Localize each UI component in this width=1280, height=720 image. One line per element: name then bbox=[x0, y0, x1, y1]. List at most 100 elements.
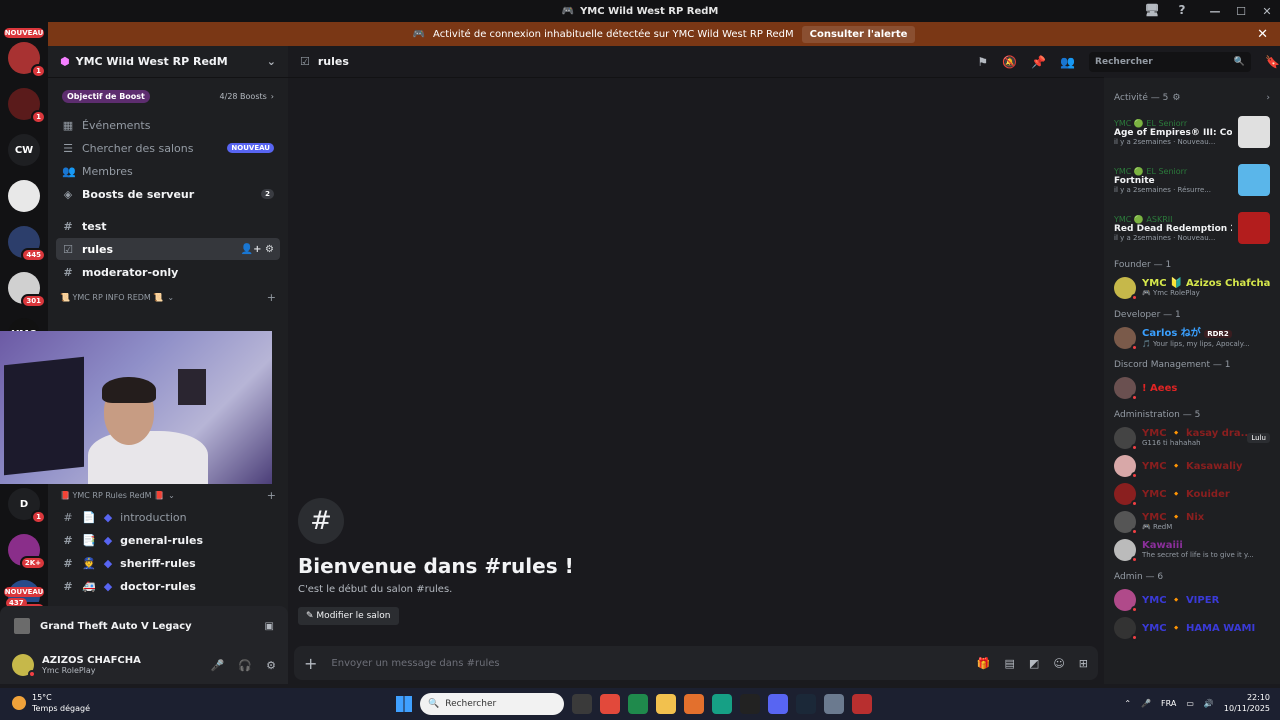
welcome-section: # Bienvenue dans #rules ! C'est le début… bbox=[298, 498, 574, 625]
server-icon[interactable]: 1 bbox=[8, 88, 46, 124]
task-view-icon[interactable] bbox=[572, 694, 592, 714]
game-icon bbox=[14, 618, 30, 634]
steam-icon[interactable] bbox=[796, 694, 816, 714]
headphones-icon[interactable]: 🎧 bbox=[238, 659, 252, 672]
gif-icon[interactable]: ▤ bbox=[1005, 657, 1015, 670]
chevron-right-icon[interactable]: › bbox=[1266, 93, 1270, 103]
activity-item[interactable]: YMC 🟢 EL Seniorr Fortnite il y a 2semaines… bbox=[1104, 156, 1280, 204]
member-item[interactable]: YMC 🔸 Kouider bbox=[1104, 480, 1280, 508]
game-activity[interactable]: Grand Theft Auto V Legacy ▣ bbox=[8, 612, 280, 640]
message-composer[interactable]: + Envoyer un message dans #rules 🎁 ▤ ◩ ☺… bbox=[294, 646, 1098, 680]
nav-server-boosts[interactable]: ◈ Boosts de serveur 2 bbox=[56, 183, 280, 205]
file-explorer-icon[interactable] bbox=[656, 694, 676, 714]
pin-icon[interactable]: 📌 bbox=[1031, 55, 1046, 69]
activity-user: YMC 🟢 EL Seniorr bbox=[1114, 166, 1188, 176]
app-icon[interactable] bbox=[740, 694, 760, 714]
user-info[interactable]: AZIZOS CHAFCHA Ymc RolePlay 🎤 🎧 ⚙ bbox=[8, 650, 280, 680]
app-icon[interactable] bbox=[712, 694, 732, 714]
nav-events[interactable]: ▦ Événements bbox=[56, 114, 280, 136]
activity-item[interactable]: YMC 🟢 EL SeniorrAge of Empires® III: Com… bbox=[1104, 108, 1280, 156]
apps-icon[interactable]: ⊞ bbox=[1079, 657, 1088, 670]
hash-icon: # bbox=[298, 498, 344, 544]
server-icon[interactable]: CW bbox=[8, 134, 40, 166]
member-item[interactable]: Carlos ねが RDR2 🎵 Your lips, my lips, Apoc… bbox=[1104, 324, 1280, 352]
category-info[interactable]: 📜 YMC RP INFO REDM 📜 ⌄ + bbox=[56, 287, 280, 307]
window-titlebar: 🎮 YMC Wild West RP RedM 🖥 ? — ☐ ✕ bbox=[0, 0, 1280, 22]
message-input[interactable]: Envoyer un message dans #rules bbox=[331, 658, 499, 669]
member-item[interactable]: YMC 🔸 Nix 🎮 RedM bbox=[1104, 508, 1280, 536]
member-name: YMC 🔸 Nix bbox=[1142, 512, 1205, 523]
gear-icon[interactable]: ⚙ bbox=[1172, 93, 1180, 103]
minimize-button[interactable]: — bbox=[1202, 5, 1228, 18]
notifications-icon[interactable]: 🔕 bbox=[1002, 55, 1017, 69]
threads-icon[interactable]: ⚑ bbox=[977, 55, 988, 69]
channel-moderator-only[interactable]: # moderator-only bbox=[56, 261, 280, 283]
nav-members[interactable]: 👥 Membres bbox=[56, 160, 280, 182]
emoji-icon[interactable]: ☺ bbox=[1053, 657, 1064, 670]
activity-item[interactable]: YMC 🟢 ASKRII Red Dead Redemption 2 il y a … bbox=[1104, 204, 1280, 252]
nav-browse-channels[interactable]: ☰ Chercher des salons NOUVEAU bbox=[56, 137, 280, 159]
mention-badge: 1 bbox=[31, 510, 46, 524]
server-icon[interactable]: 1 bbox=[8, 42, 46, 78]
add-channel-icon[interactable]: + bbox=[267, 489, 276, 502]
weather-widget[interactable]: 15°C Temps dégagé bbox=[12, 692, 90, 714]
member-name: YMC 🔰 Azizos Chafcha bbox=[1142, 278, 1271, 289]
app-icon[interactable] bbox=[684, 694, 704, 714]
search-input[interactable]: Rechercher 🔍 bbox=[1089, 52, 1252, 72]
channel-settings-icon[interactable]: 👤+ ⚙ bbox=[241, 244, 274, 255]
windows-start-icon[interactable] bbox=[396, 696, 412, 712]
gift-icon[interactable]: 🎁 bbox=[977, 657, 991, 670]
gear-icon[interactable]: ⚙ bbox=[266, 659, 276, 672]
chrome-icon[interactable] bbox=[600, 694, 620, 714]
category-rules[interactable]: 📕 YMC RP Rules RedM 📕 ⌄ + bbox=[56, 485, 280, 505]
close-window-button[interactable]: ✕ bbox=[1254, 5, 1280, 18]
volume-icon[interactable]: 🔊 bbox=[1204, 699, 1214, 708]
taskbar-search[interactable]: 🔍 Rechercher bbox=[420, 693, 564, 715]
channel-sheriff-rules[interactable]: # 👮 ◆ sheriff-rules bbox=[56, 552, 280, 574]
view-alert-button[interactable]: Consulter l'alerte bbox=[801, 25, 916, 43]
edit-channel-button[interactable]: ✎ Modifier le salon bbox=[298, 607, 399, 625]
microphone-icon[interactable]: 🎤 bbox=[1141, 699, 1151, 708]
member-item[interactable]: YMC 🔸 Kasawaliy bbox=[1104, 452, 1280, 480]
language-indicator[interactable]: FRA bbox=[1161, 699, 1176, 708]
member-item[interactable]: Kawaiii The secret of life is to give it … bbox=[1104, 536, 1280, 564]
add-channel-icon[interactable]: + bbox=[267, 291, 276, 304]
member-list-icon[interactable]: 👥 bbox=[1060, 55, 1075, 69]
member-item[interactable]: YMC 🔸 HAMA WAMI bbox=[1104, 614, 1280, 642]
screen-share-icon[interactable]: ▣ bbox=[265, 621, 274, 632]
member-item[interactable]: ! Aees bbox=[1104, 374, 1280, 402]
member-item[interactable]: YMC 🔸 VIPER bbox=[1104, 586, 1280, 614]
member-item[interactable]: YMC 🔸 kasay dra... G116 ti hahahah Lulu bbox=[1104, 424, 1280, 452]
server-icon[interactable]: 2K+ bbox=[8, 534, 46, 570]
channel-test[interactable]: # test bbox=[56, 215, 280, 237]
channel-general-rules[interactable]: # 📑 ◆ general-rules bbox=[56, 529, 280, 551]
close-alert-icon[interactable]: ✕ bbox=[1257, 27, 1268, 42]
pencil-icon: ✎ bbox=[306, 611, 314, 621]
inbox-icon[interactable]: 🔖 bbox=[1265, 55, 1280, 69]
server-icon[interactable]: D1 bbox=[8, 488, 46, 524]
network-icon[interactable]: ▭ bbox=[1186, 699, 1194, 708]
server-icon[interactable]: 301 bbox=[8, 272, 46, 308]
server-icon[interactable] bbox=[8, 180, 40, 212]
discord-icon[interactable] bbox=[768, 694, 788, 714]
chevron-up-icon[interactable]: ⌃ bbox=[1124, 699, 1131, 708]
server-icon[interactable]: 445 bbox=[8, 226, 46, 262]
attach-plus-icon[interactable]: + bbox=[304, 654, 317, 673]
activity-meta: il y a 2semaines · Nouveau... bbox=[1114, 233, 1216, 242]
app-icon[interactable] bbox=[852, 694, 872, 714]
microphone-icon[interactable]: 🎤 bbox=[211, 659, 225, 672]
maximize-button[interactable]: ☐ bbox=[1228, 5, 1254, 18]
inbox-icon[interactable]: 🖥 bbox=[1144, 3, 1160, 19]
activity-meta: il y a 2semaines · Nouveau... bbox=[1114, 137, 1216, 146]
channel-introduction[interactable]: # 📄 ◆ introduction bbox=[56, 506, 280, 528]
app-icon[interactable] bbox=[628, 694, 648, 714]
boost-goal[interactable]: Objectif de Boost 4/28 Boosts › bbox=[56, 84, 280, 108]
member-item[interactable]: YMC 🔰 Azizos Chafcha 🎮 Ymc RolePlay bbox=[1104, 274, 1280, 302]
help-icon[interactable]: ? bbox=[1174, 3, 1190, 19]
sticker-icon[interactable]: ◩ bbox=[1029, 657, 1039, 670]
clock[interactable]: 22:10 10/11/2025 bbox=[1224, 692, 1270, 714]
settings-icon[interactable] bbox=[824, 694, 844, 714]
channel-doctor-rules[interactable]: # 🚑 ◆ doctor-rules bbox=[56, 575, 280, 597]
channel-rules[interactable]: ☑ rules 👤+ ⚙ bbox=[56, 238, 280, 260]
server-header[interactable]: ⬢ YMC Wild West RP RedM ⌄ bbox=[48, 46, 288, 78]
